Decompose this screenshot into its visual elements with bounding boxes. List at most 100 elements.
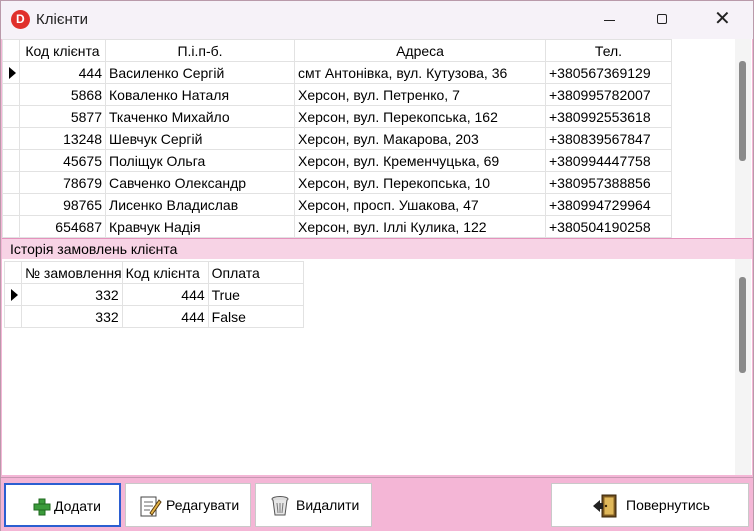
client-phone-cell[interactable]: +380992553618 <box>545 105 672 128</box>
row-indicator[interactable] <box>2 105 20 128</box>
col-header-payment[interactable]: Оплата <box>207 261 304 284</box>
client-row[interactable]: 45675 Поліщук Ольга Херсон, вул. Кременчуц… <box>2 149 672 172</box>
row-indicator[interactable] <box>4 283 22 306</box>
client-phone-cell[interactable]: +380994447758 <box>545 149 672 172</box>
maximize-button[interactable] <box>640 1 686 39</box>
window-title: Клієнти <box>36 11 89 28</box>
orders-header-row: № замовлення Код клієнта Оплата <box>4 261 304 284</box>
order-payment-cell[interactable]: False <box>207 305 304 328</box>
plus-icon <box>33 498 51 516</box>
client-name-cell[interactable]: Савченко Олександр <box>105 171 295 194</box>
client-phone-cell[interactable]: +380567369129 <box>545 61 672 84</box>
close-icon: ✕ <box>714 8 731 30</box>
delete-button[interactable]: Видалити <box>255 483 372 527</box>
edit-button[interactable]: Редагувати <box>125 483 251 527</box>
client-id-cell[interactable]: 45675 <box>19 149 106 172</box>
orders-table: № замовлення Код клієнта Оплата 332 444 Tr… <box>4 261 304 328</box>
client-row[interactable]: 78679 Савченко Олександр Херсон, вул. Пере… <box>2 171 672 194</box>
minimize-button[interactable] <box>587 1 633 39</box>
client-id-cell[interactable]: 98765 <box>19 193 106 216</box>
back-button[interactable]: Повернутись <box>551 483 749 527</box>
row-indicator-header <box>4 261 22 284</box>
client-name-cell[interactable]: Шевчук Сергій <box>105 127 295 150</box>
app-logo-icon: D <box>11 10 30 29</box>
row-indicator[interactable] <box>4 305 22 328</box>
client-id-cell[interactable]: 5877 <box>19 105 106 128</box>
current-row-arrow-icon <box>11 289 18 301</box>
row-indicator[interactable] <box>2 61 20 84</box>
client-phone-cell[interactable]: +380994729964 <box>545 193 672 216</box>
client-name-cell[interactable]: Лисенко Владислав <box>105 193 295 216</box>
order-number-cell[interactable]: 332 <box>21 283 123 306</box>
client-address-cell[interactable]: Херсон, вул. Макарова, 203 <box>294 127 546 150</box>
row-indicator-header <box>2 39 20 62</box>
client-row[interactable]: 5868 Коваленко Наталя Херсон, вул. Петренк… <box>2 83 672 106</box>
client-address-cell[interactable]: Херсон, просп. Ушакова, 47 <box>294 193 546 216</box>
client-row[interactable]: 654687 Кравчук Надія Херсон, вул. Іллі Кул… <box>2 215 672 238</box>
client-row[interactable]: 98765 Лисенко Владислав Херсон, просп. Уша… <box>2 193 672 216</box>
order-payment-cell[interactable]: True <box>207 283 304 306</box>
edit-document-icon <box>140 496 162 517</box>
row-indicator[interactable] <box>2 83 20 106</box>
trash-icon <box>271 496 289 516</box>
col-header-client-id[interactable]: Код клієнта <box>19 39 106 62</box>
row-indicator[interactable] <box>2 171 20 194</box>
client-name-cell[interactable]: Коваленко Наталя <box>105 83 295 106</box>
client-id-cell[interactable]: 444 <box>19 61 106 84</box>
edit-button-label: Редагувати <box>166 497 240 513</box>
row-indicator[interactable] <box>2 215 20 238</box>
title-bar[interactable]: D Клієнти ✕ <box>1 1 753 39</box>
col-header-order-client-id[interactable]: Код клієнта <box>121 261 209 284</box>
client-phone-cell[interactable]: +380957388856 <box>545 171 672 194</box>
order-client-id-cell[interactable]: 444 <box>121 283 209 306</box>
order-client-id-cell[interactable]: 444 <box>121 305 209 328</box>
clients-scrollbar[interactable] <box>735 39 751 238</box>
orders-scrollbar[interactable] <box>735 259 751 475</box>
client-address-cell[interactable]: смт Антонівка, вул. Кутузова, 36 <box>294 61 546 84</box>
client-address-cell[interactable]: Херсон, вул. Перекопська, 10 <box>294 171 546 194</box>
client-address-cell[interactable]: Херсон, вул. Кременчуцька, 69 <box>294 149 546 172</box>
col-header-phone[interactable]: Тел. <box>545 39 672 62</box>
client-row[interactable]: 444 Василенко Сергій смт Антонівка, вул. К… <box>2 61 672 84</box>
orders-scrollbar-thumb[interactable] <box>739 277 746 373</box>
col-header-address[interactable]: Адреса <box>294 39 546 62</box>
col-header-order-no[interactable]: № замовлення <box>21 261 123 284</box>
client-id-cell[interactable]: 13248 <box>19 127 106 150</box>
add-button-label: Додати <box>54 498 101 514</box>
row-indicator[interactable] <box>2 149 20 172</box>
add-button[interactable]: Додати <box>4 483 121 527</box>
client-phone-cell[interactable]: +380839567847 <box>545 127 672 150</box>
orders-section-header: Історія замовлень клієнта <box>2 238 752 259</box>
order-row[interactable]: 332 444 True <box>4 283 304 306</box>
toolbar: Додати Редагувати Видалити Повернутись <box>1 477 753 531</box>
client-phone-cell[interactable]: +380995782007 <box>545 83 672 106</box>
row-indicator[interactable] <box>2 127 20 150</box>
client-name-cell[interactable]: Василенко Сергій <box>105 61 295 84</box>
client-id-cell[interactable]: 5868 <box>19 83 106 106</box>
client-address-cell[interactable]: Херсон, вул. Іллі Кулика, 122 <box>294 215 546 238</box>
order-number-cell[interactable]: 332 <box>21 305 123 328</box>
client-id-cell[interactable]: 654687 <box>19 215 106 238</box>
exit-door-icon <box>593 494 617 518</box>
back-button-label: Повернутись <box>626 497 710 513</box>
order-row[interactable]: 332 444 False <box>4 305 304 328</box>
client-row[interactable]: 5877 Ткаченко Михайло Херсон, вул. Перекоп… <box>2 105 672 128</box>
col-header-name[interactable]: П.і.п-б. <box>105 39 295 62</box>
clients-window: D Клієнти ✕ Код клієнта П.і.п-б. Адреса … <box>0 0 754 531</box>
minimize-icon <box>604 20 615 21</box>
client-name-cell[interactable]: Ткаченко Михайло <box>105 105 295 128</box>
client-phone-cell[interactable]: +380504190258 <box>545 215 672 238</box>
current-row-arrow-icon <box>9 67 16 79</box>
client-address-cell[interactable]: Херсон, вул. Перекопська, 162 <box>294 105 546 128</box>
client-row[interactable]: 13248 Шевчук Сергій Херсон, вул. Макарова,… <box>2 127 672 150</box>
clients-grid[interactable]: Код клієнта П.і.п-б. Адреса Тел. 444 Васи… <box>2 39 752 238</box>
client-id-cell[interactable]: 78679 <box>19 171 106 194</box>
clients-scrollbar-thumb[interactable] <box>739 61 746 161</box>
client-name-cell[interactable]: Кравчук Надія <box>105 215 295 238</box>
close-button[interactable]: ✕ <box>698 1 744 39</box>
client-name-cell[interactable]: Поліщук Ольга <box>105 149 295 172</box>
orders-section-title: Історія замовлень клієнта <box>10 241 178 257</box>
client-address-cell[interactable]: Херсон, вул. Петренко, 7 <box>294 83 546 106</box>
orders-grid[interactable]: № замовлення Код клієнта Оплата 332 444 Tr… <box>2 259 752 475</box>
row-indicator[interactable] <box>2 193 20 216</box>
